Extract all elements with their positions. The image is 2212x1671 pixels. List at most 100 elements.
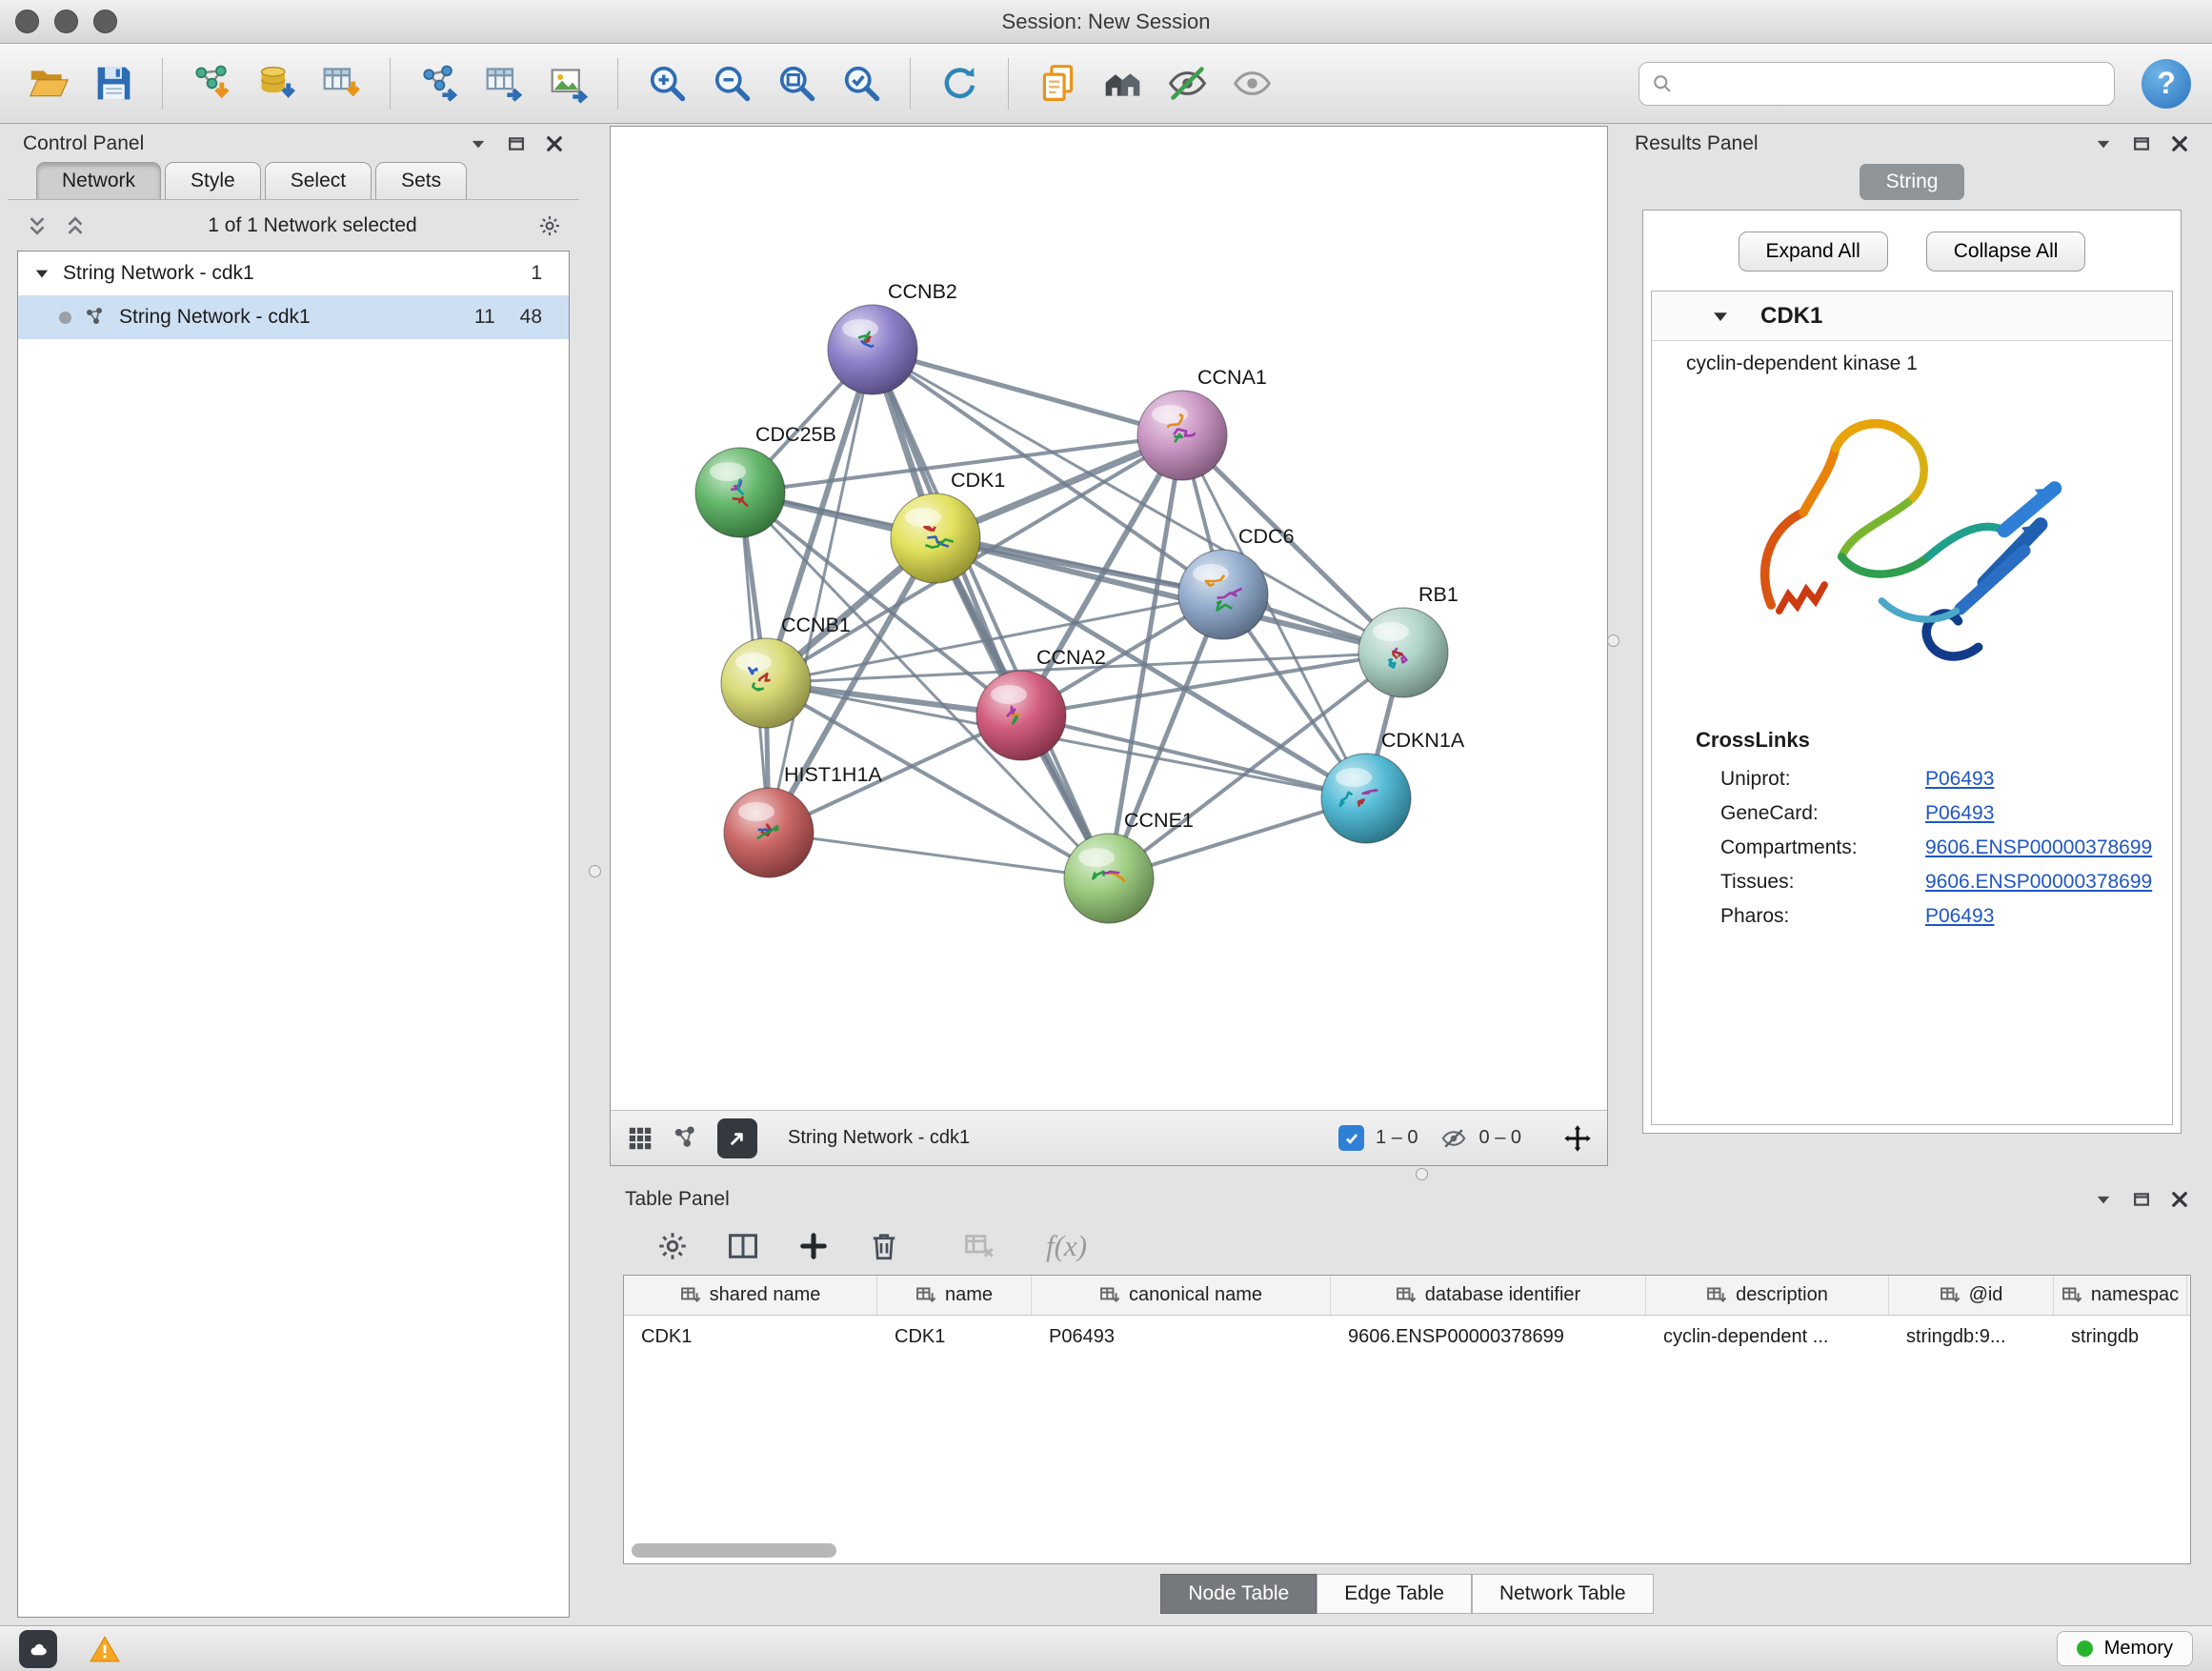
- warnings-button[interactable]: [86, 1630, 124, 1668]
- column-header-namespac[interactable]: namespac: [2054, 1276, 2187, 1315]
- home-icon: [1101, 62, 1144, 105]
- table-cell[interactable]: P06493: [1032, 1326, 1331, 1348]
- import-network-file-button[interactable]: [184, 54, 239, 113]
- import-table-button[interactable]: [313, 54, 369, 113]
- network-node-cdk1[interactable]: CDK1: [891, 469, 1005, 583]
- tab-sets[interactable]: Sets: [375, 162, 467, 199]
- grid-view-icon[interactable]: [626, 1124, 654, 1153]
- show-graphics-button[interactable]: [1224, 54, 1279, 113]
- network-edge[interactable]: [769, 833, 1109, 878]
- pan-crosshair-icon[interactable]: [1563, 1124, 1592, 1153]
- float-panel-icon[interactable]: [2132, 1190, 2151, 1209]
- memory-button[interactable]: Memory: [2057, 1631, 2193, 1666]
- help-button[interactable]: ?: [2142, 59, 2191, 109]
- network-node-cdkn1a[interactable]: CDKN1A: [1321, 729, 1465, 843]
- show-columns-icon[interactable]: [726, 1229, 760, 1263]
- network-options-gear-icon[interactable]: [537, 213, 562, 238]
- collapse-all-button[interactable]: Collapse All: [1926, 232, 2086, 272]
- column-header-shared-name[interactable]: shared name: [624, 1276, 877, 1315]
- memory-status-dot: [2077, 1641, 2093, 1657]
- column-header-canonical-name[interactable]: canonical name: [1032, 1276, 1331, 1315]
- section-expander-icon[interactable]: [1711, 307, 1730, 326]
- network-view-icon[interactable]: [672, 1124, 700, 1153]
- table-row[interactable]: CDK1CDK1P064939606.ENSP00000378699cyclin…: [624, 1316, 2190, 1358]
- selected-indicator-checkbox[interactable]: [1338, 1125, 1364, 1151]
- collapse-panel-icon[interactable]: [2094, 134, 2113, 153]
- zoom-in-button[interactable]: [639, 54, 694, 113]
- network-collection-row[interactable]: String Network - cdk1 1: [18, 252, 569, 295]
- save-session-button[interactable]: [86, 54, 141, 113]
- close-panel-icon[interactable]: [2170, 134, 2189, 153]
- table-horizontal-scrollbar[interactable]: [632, 1543, 1032, 1558]
- collapse-panel-icon[interactable]: [469, 134, 488, 153]
- open-session-button[interactable]: [21, 54, 76, 113]
- search-input[interactable]: [1683, 72, 2102, 94]
- export-image-button[interactable]: [541, 54, 596, 113]
- network-node-hist1h1a[interactable]: HIST1H1A: [724, 763, 882, 877]
- crosslink-link[interactable]: 9606.ENSP00000378699: [1925, 871, 2152, 894]
- bottom-splitter-handle[interactable]: [1416, 1168, 1428, 1180]
- table-options-gear-icon[interactable]: [655, 1229, 690, 1263]
- network-node-ccna1[interactable]: CCNA1: [1137, 366, 1267, 480]
- left-splitter-handle[interactable]: [589, 865, 601, 877]
- import-network-database-button[interactable]: [249, 54, 304, 113]
- function-builder-button[interactable]: f(x): [1046, 1229, 1087, 1263]
- zoom-out-button[interactable]: [704, 54, 759, 113]
- tab-network[interactable]: Network: [36, 162, 161, 199]
- tab-network-table[interactable]: Network Table: [1472, 1574, 1654, 1614]
- table-cell[interactable]: stringdb:9...: [1889, 1326, 2054, 1348]
- birdseye-view-button[interactable]: [717, 1118, 757, 1158]
- close-panel-icon[interactable]: [2170, 1190, 2189, 1209]
- zoom-selected-button[interactable]: [834, 54, 889, 113]
- table-cell[interactable]: cyclin-dependent ...: [1646, 1326, 1889, 1348]
- zoom-window-button[interactable]: [93, 10, 117, 33]
- network-edge[interactable]: [873, 350, 1109, 878]
- copy-button[interactable]: [1030, 54, 1085, 113]
- column-header-description[interactable]: description: [1646, 1276, 1889, 1315]
- collapse-all-networks-icon[interactable]: [63, 213, 88, 238]
- tab-node-table[interactable]: Node Table: [1160, 1574, 1317, 1614]
- table-cell[interactable]: stringdb: [2054, 1326, 2187, 1348]
- refresh-button[interactable]: [932, 54, 987, 113]
- crosslink-link[interactable]: P06493: [1925, 905, 1994, 928]
- tab-style[interactable]: Style: [165, 162, 261, 199]
- float-panel-icon[interactable]: [507, 134, 526, 153]
- tab-edge-table[interactable]: Edge Table: [1317, 1574, 1472, 1614]
- table-cell[interactable]: 9606.ENSP00000378699: [1331, 1326, 1646, 1348]
- minimize-window-button[interactable]: [54, 10, 78, 33]
- network-canvas[interactable]: CCNB2CCNA1CDC25BCDK1CDC6RB1CCNB1CCNA2CDK…: [611, 127, 1607, 1110]
- delete-column-icon[interactable]: [867, 1229, 901, 1263]
- protein-section-header[interactable]: CDK1: [1652, 292, 2172, 341]
- table-cell[interactable]: CDK1: [877, 1326, 1032, 1348]
- expand-all-networks-icon[interactable]: [25, 213, 50, 238]
- close-panel-icon[interactable]: [545, 134, 564, 153]
- column-header--id[interactable]: @id: [1889, 1276, 2054, 1315]
- column-header-name[interactable]: name: [877, 1276, 1032, 1315]
- crosslink-link[interactable]: 9606.ENSP00000378699: [1925, 836, 2152, 859]
- cloud-button[interactable]: [19, 1630, 57, 1668]
- table-cell[interactable]: CDK1: [624, 1326, 877, 1348]
- export-network-button[interactable]: [412, 54, 467, 113]
- network-edge[interactable]: [873, 350, 1182, 435]
- collapse-panel-icon[interactable]: [2094, 1190, 2113, 1209]
- float-panel-icon[interactable]: [2132, 134, 2151, 153]
- column-header-database-identifier[interactable]: database identifier: [1331, 1276, 1646, 1315]
- zoom-fit-button[interactable]: [769, 54, 824, 113]
- crosslink-link[interactable]: P06493: [1925, 768, 1994, 791]
- home-button[interactable]: [1095, 54, 1150, 113]
- network-edge[interactable]: [1021, 715, 1366, 798]
- crosslink-link[interactable]: P06493: [1925, 802, 1994, 825]
- network-node-rb1[interactable]: RB1: [1358, 583, 1458, 697]
- close-window-button[interactable]: [15, 10, 39, 33]
- add-column-icon[interactable]: [796, 1229, 831, 1263]
- tab-string[interactable]: String: [1860, 164, 1965, 200]
- scrollbar-thumb[interactable]: [632, 1543, 836, 1558]
- hide-graphics-button[interactable]: [1159, 54, 1215, 113]
- tab-select[interactable]: Select: [265, 162, 372, 199]
- right-splitter-handle[interactable]: [1607, 634, 1619, 647]
- network-row-selected[interactable]: String Network - cdk1 11 48: [18, 295, 569, 339]
- expand-all-button[interactable]: Expand All: [1739, 232, 1888, 272]
- tree-expander-icon[interactable]: [33, 265, 50, 282]
- export-table-button[interactable]: [476, 54, 532, 113]
- network-node-ccnb2[interactable]: CCNB2: [828, 280, 957, 394]
